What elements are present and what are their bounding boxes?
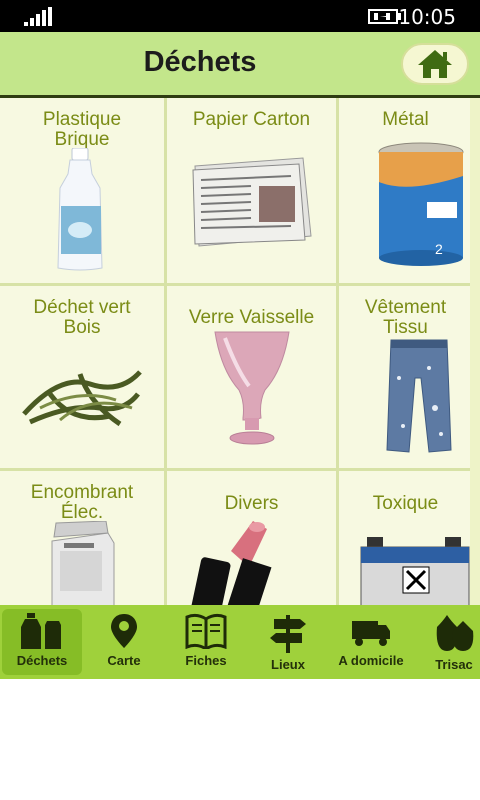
newspaper-icon [192, 157, 312, 247]
nav-label: Carte [107, 653, 141, 668]
tile-papier-carton[interactable]: Papier Carton [167, 98, 336, 283]
nav-fiches[interactable]: Fiches [166, 605, 246, 679]
tile-dechet-vert-bois[interactable]: Déchet vert Bois [0, 286, 164, 468]
tile-encombrant-elec[interactable]: Encombrant Élec. [0, 471, 164, 605]
nav-a-domicile[interactable]: A domicile [330, 605, 412, 679]
app-header: Déchets [0, 32, 480, 98]
tile-label: Encombrant Élec. [30, 482, 134, 523]
svg-text:2: 2 [435, 241, 443, 257]
nav-label: Lieux [271, 657, 305, 672]
green-leaves-icon [22, 370, 142, 427]
lipstick-icon [191, 521, 272, 605]
truck-icon [352, 621, 390, 646]
nav-carte[interactable]: Carte [84, 605, 164, 679]
nav-label: Trisac [435, 657, 473, 672]
tile-label: Papier Carton [192, 109, 311, 130]
battery-icon [360, 537, 470, 605]
tile-label: Métal [382, 109, 429, 130]
tile-vetement-tissu[interactable]: Vêtement Tissu [339, 286, 480, 468]
book-icon [185, 613, 227, 649]
tile-label: Verre Vaisselle [188, 307, 315, 328]
status-bar: 10:05 [0, 0, 480, 32]
tile-label: Divers [224, 493, 279, 514]
tile-label: Vêtement Tissu [364, 297, 447, 338]
bottles-icon [21, 613, 61, 649]
signal-strength-icon [24, 7, 52, 26]
glass-vase-icon [214, 331, 290, 445]
house-icon [418, 50, 452, 78]
clock: 10:05 [398, 5, 456, 29]
signpost-icon [270, 615, 306, 653]
tile-label: Déchet vert Bois [33, 297, 131, 338]
page-title: Déchets [143, 46, 257, 78]
tile-toxique[interactable]: Toxique [339, 471, 480, 605]
tile-label: Plastique Brique [42, 109, 122, 150]
nav-label: Fiches [185, 653, 227, 668]
tin-can-icon: 2 [378, 142, 464, 266]
battery-charging-icon [368, 9, 401, 24]
bags-icon [436, 615, 474, 651]
tile-verre-vaisselle[interactable]: Verre Vaisselle [167, 286, 336, 468]
tile-label: Toxique [372, 493, 439, 514]
nav-lieux[interactable]: Lieux [248, 605, 328, 679]
tile-peek [470, 98, 480, 605]
tile-divers[interactable]: Divers [167, 471, 336, 605]
category-grid: Plastique Brique Papier Carton Métal 2 D… [0, 98, 480, 605]
nav-label: Déchets [16, 653, 68, 668]
nav-dechets[interactable]: Déchets [2, 609, 82, 675]
tile-metal[interactable]: Métal 2 [339, 98, 480, 283]
milk-bottle-icon [57, 148, 103, 271]
bottom-nav: Déchets Carte Fiches Lieux A domicile Tr… [0, 605, 480, 679]
tile-plastique-brique[interactable]: Plastique Brique [0, 98, 164, 283]
nav-label: A domicile [338, 653, 404, 668]
jeans-icon [386, 339, 452, 453]
nav-trisac[interactable]: Trisac [414, 605, 480, 679]
washing-machine-icon [51, 521, 115, 605]
home-button[interactable] [401, 43, 469, 85]
map-pin-icon [111, 614, 137, 648]
